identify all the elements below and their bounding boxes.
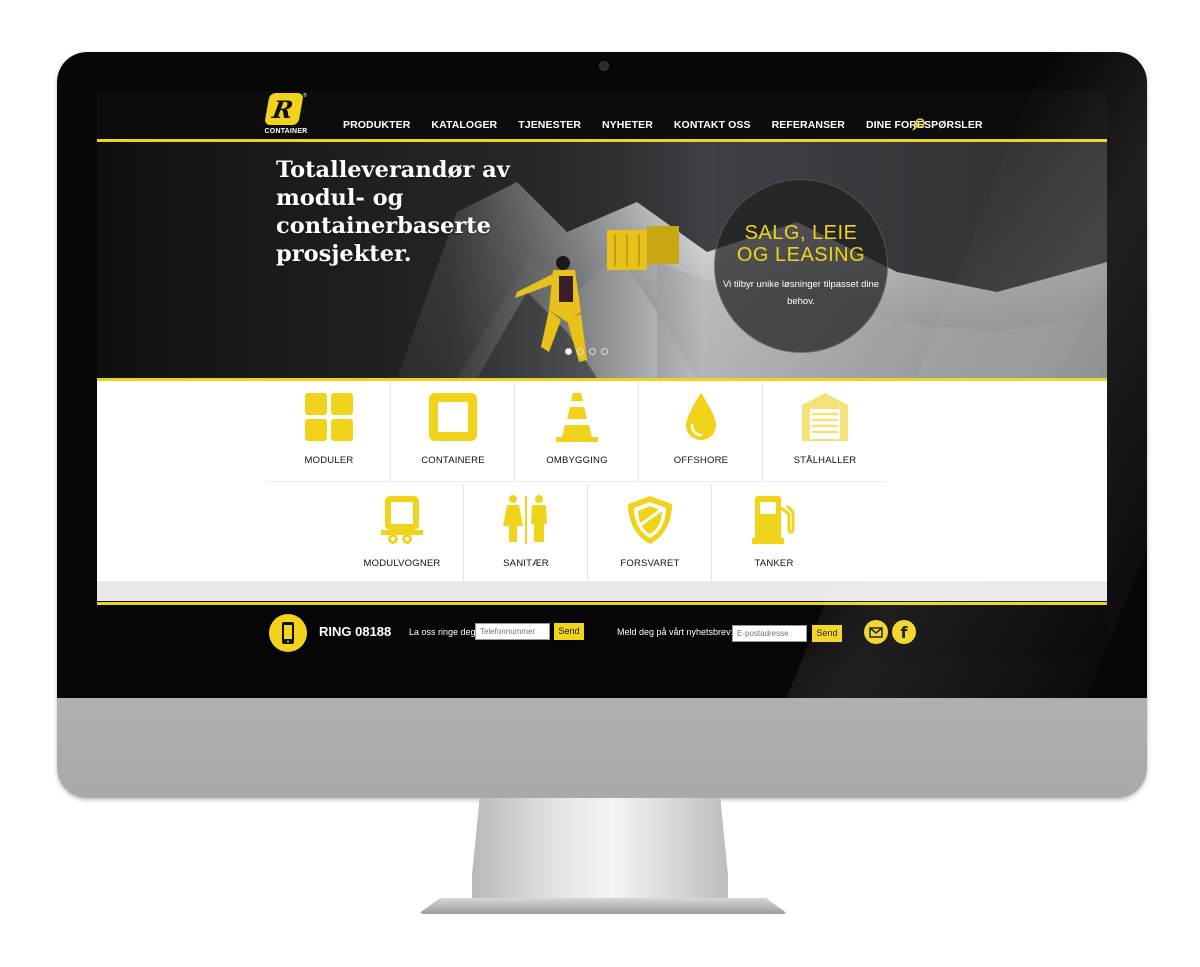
hero-headline: Totalleverandør av modul- og containerba… — [276, 157, 510, 267]
slider-dot-1[interactable] — [565, 348, 572, 355]
category-moduler[interactable]: MODULER — [267, 381, 391, 481]
category-containere[interactable]: CONTAINERE — [391, 381, 515, 481]
category-stalhaller[interactable]: STÅLHALLER — [763, 381, 887, 481]
phone-input[interactable] — [475, 623, 550, 640]
square-icon — [429, 393, 477, 441]
category-tanker[interactable]: TANKER — [712, 484, 836, 584]
category-offshore[interactable]: OFFSHORE — [639, 381, 763, 481]
email-input[interactable] — [732, 625, 807, 642]
hero-mountain-image — [97, 142, 1107, 378]
main-menu: PRODUKTER KATALOGER TJENESTER NYHETER KO… — [343, 119, 1004, 131]
category-modulvogner[interactable]: MODULVOGNER — [340, 484, 464, 584]
website-screen: R ® CONTAINER PRODUKTER KATALOGER TJENES… — [97, 91, 1107, 659]
yellow-container-graphic — [607, 226, 679, 270]
logo-text: CONTAINER — [264, 128, 308, 135]
callback-label: La oss ringe deg: — [409, 627, 479, 637]
logo-letter: R — [270, 95, 296, 124]
offer-title: SALG, LEIE OG LEASING — [715, 222, 887, 266]
slider-pagination — [565, 348, 608, 355]
category-label: STÅLHALLER — [793, 455, 857, 466]
slider-dot-3[interactable] — [589, 348, 596, 355]
phone-number[interactable]: RING 08188 — [319, 624, 391, 639]
hero-offer-circle[interactable]: SALG, LEIE OG LEASING Vi tilbyr unike lø… — [714, 179, 888, 353]
menu-item-referanser[interactable]: REFERANSER — [772, 119, 845, 131]
search-icon[interactable] — [912, 117, 926, 131]
phone-icon — [269, 614, 307, 652]
category-tiles: MODULER CONTAINERE OMBYGGING OFFSHORE ST… — [97, 381, 1107, 584]
menu-item-nyheter[interactable]: NYHETER — [602, 119, 653, 131]
facebook-icon[interactable]: f — [892, 620, 916, 644]
category-sanitaer[interactable]: SANITÆR — [464, 484, 588, 584]
footer-bar: RING 08188 La oss ringe deg: Send Meld d… — [97, 602, 1107, 659]
camera-icon — [599, 61, 609, 71]
menu-item-tjenester[interactable]: TJENESTER — [518, 119, 581, 131]
category-label: SANITÆR — [503, 558, 549, 569]
category-label: CONTAINERE — [421, 455, 485, 466]
offer-title-line1: SALG, LEIE — [744, 222, 858, 244]
slider-dot-2[interactable] — [577, 348, 584, 355]
menu-item-kontakt-oss[interactable]: KONTAKT OSS — [674, 119, 751, 131]
category-forsvaret[interactable]: FORSVARET — [588, 484, 712, 584]
oil-drop-icon — [686, 393, 716, 440]
offer-title-line2: OG LEASING — [736, 244, 866, 266]
category-label: TANKER — [754, 558, 794, 569]
category-label: OMBYGGING — [546, 455, 608, 466]
monitor-stand — [472, 798, 728, 908]
offer-text: Vi tilbyr unike løsninger tilpasset dine… — [722, 279, 880, 307]
traffic-cone-icon — [556, 393, 598, 442]
category-row-2: MODULVOGNER SANITÆR FORSVARET TANKER — [340, 484, 836, 584]
category-row-1: MODULER CONTAINERE OMBYGGING OFFSHORE ST… — [267, 381, 887, 482]
category-label: MODULER — [304, 455, 354, 466]
hero-banner: Totalleverandør av modul- og containerba… — [97, 142, 1107, 381]
grid-icon — [305, 393, 353, 441]
facebook-glyph: f — [900, 623, 908, 642]
newsletter-send-button[interactable]: Send — [812, 625, 842, 642]
menu-item-produkter[interactable]: PRODUKTER — [343, 119, 410, 131]
logo-mark: R — [264, 93, 304, 125]
fuel-pump-icon — [752, 496, 795, 544]
category-label: MODULVOGNER — [363, 558, 441, 569]
mail-icon[interactable] — [864, 620, 888, 644]
callback-send-button[interactable]: Send — [554, 623, 584, 640]
restroom-icon — [503, 495, 547, 544]
top-navigation: R ® CONTAINER PRODUKTER KATALOGER TJENES… — [97, 91, 1107, 142]
brand-logo[interactable]: R ® CONTAINER — [263, 93, 309, 137]
registered-mark: ® — [303, 93, 307, 99]
garage-icon — [802, 393, 848, 441]
category-label: FORSVARET — [620, 558, 680, 569]
menu-item-kataloger[interactable]: KATALOGER — [431, 119, 497, 131]
newsletter-label: Meld deg på vårt nyhetsbrev: — [617, 627, 734, 637]
monitor-stand-base — [418, 898, 788, 914]
shield-icon — [628, 496, 672, 544]
slider-dot-4[interactable] — [601, 348, 608, 355]
trailer-icon — [381, 496, 423, 544]
category-label: OFFSHORE — [673, 455, 729, 466]
category-ombygging[interactable]: OMBYGGING — [515, 381, 639, 481]
content-separator — [97, 581, 1107, 601]
